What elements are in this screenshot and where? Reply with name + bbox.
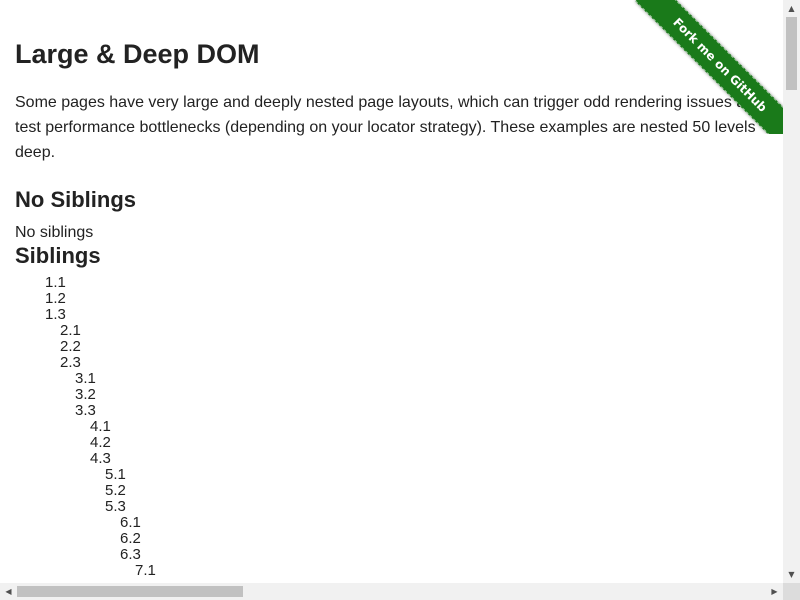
- sibling-item: 4.1: [90, 418, 111, 435]
- scrollbar-corner: [783, 583, 800, 600]
- siblings-nested-list: 1.1 1.2 1.3 2.1 2.2 2.3 3.1 3.2 3.3 4.1 4.2 4.3 5.1 5…: [15, 275, 783, 579]
- page-viewport: Large & Deep DOM Some pages have very la…: [0, 0, 783, 583]
- vertical-scroll-thumb[interactable]: [786, 17, 797, 90]
- sibling-item: 3.3: [75, 402, 96, 419]
- vertical-scrollbar[interactable]: ▲ ▼: [783, 0, 800, 583]
- sibling-item: 6.2: [120, 530, 141, 547]
- scroll-up-arrow-icon[interactable]: ▲: [783, 0, 800, 17]
- no-siblings-text: No siblings: [15, 224, 94, 241]
- sibling-item: 2.3: [60, 354, 81, 371]
- sibling-item: 2.1: [60, 322, 81, 339]
- sibling-item: 1.3: [45, 306, 66, 323]
- sibling-item: 1.2: [45, 290, 66, 307]
- horizontal-scroll-thumb[interactable]: [17, 586, 243, 597]
- sibling-item: 3.1: [75, 370, 96, 387]
- sibling-item: 4.2: [90, 434, 111, 451]
- siblings-heading: Siblings: [15, 243, 101, 268]
- sibling-item: 6.1: [120, 514, 141, 531]
- sibling-item: 5.1: [105, 466, 126, 483]
- horizontal-scrollbar[interactable]: ◀ ▶: [0, 583, 783, 600]
- sibling-item: 6.3: [120, 546, 141, 563]
- no-siblings-heading: No Siblings: [15, 187, 136, 212]
- sibling-item: 5.3: [105, 498, 126, 515]
- sibling-item: 3.2: [75, 386, 96, 403]
- sibling-item: 2.2: [60, 338, 81, 355]
- scroll-left-arrow-icon[interactable]: ◀: [0, 583, 17, 600]
- fork-ribbon[interactable]: Fork me on GitHub: [627, 0, 783, 134]
- sibling-item: 7.1: [135, 562, 156, 579]
- fork-me-on-github-link[interactable]: Fork me on GitHub: [635, 0, 783, 134]
- sibling-item: 4.3: [90, 450, 111, 467]
- scroll-right-arrow-icon[interactable]: ▶: [766, 583, 783, 600]
- sibling-item: 1.1: [45, 274, 66, 291]
- sibling-item: 5.2: [105, 482, 126, 499]
- scroll-down-arrow-icon[interactable]: ▼: [783, 566, 800, 583]
